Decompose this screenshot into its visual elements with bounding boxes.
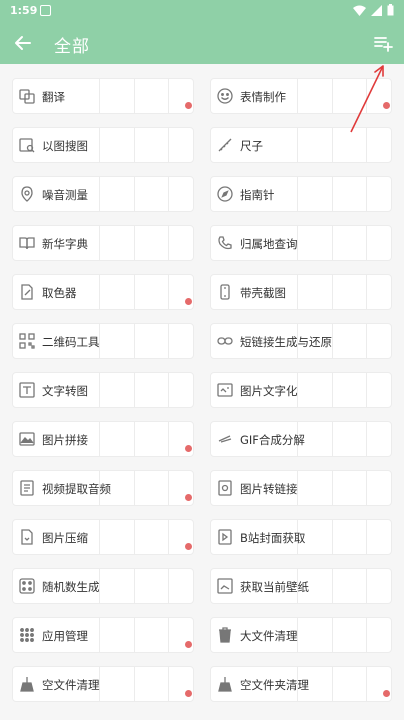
tool-card[interactable]: 短链接生成与还原 <box>210 323 392 359</box>
system-icons <box>353 4 394 16</box>
tool-label: 翻译 <box>42 90 65 104</box>
image-icon <box>19 432 35 446</box>
broom-icon <box>20 677 34 692</box>
new-badge-dot <box>185 494 192 501</box>
tool-label: 图片拼接 <box>42 433 88 447</box>
tool-card[interactable]: 空文件清理 <box>12 666 194 702</box>
new-badge-dot <box>185 690 192 697</box>
tool-label: 取色器 <box>42 286 77 300</box>
broom-icon <box>218 677 232 692</box>
wifi-icon <box>353 5 366 16</box>
new-badge-dot <box>383 102 390 109</box>
phone-icon <box>218 236 232 250</box>
tool-label: 归属地查询 <box>240 237 298 251</box>
bilibili-cover-icon <box>218 529 232 545</box>
tool-card[interactable]: GIF合成分解 <box>210 421 392 457</box>
image-compress-icon <box>21 529 33 545</box>
tool-card[interactable]: 指南针 <box>210 176 392 212</box>
image-link-icon <box>218 480 232 496</box>
tool-card[interactable]: 带壳截图 <box>210 274 392 310</box>
tool-label: 大文件清理 <box>240 629 298 643</box>
new-badge-dot <box>185 641 192 648</box>
tool-card[interactable]: 应用管理 <box>12 617 194 653</box>
new-badge-dot <box>185 298 192 305</box>
image-search-icon <box>19 138 35 153</box>
image-to-text-icon <box>217 383 233 397</box>
tool-card[interactable]: 归属地查询 <box>210 225 392 261</box>
tool-card[interactable]: 二维码工具 <box>12 323 194 359</box>
link-icon <box>217 337 233 345</box>
video-audio-icon <box>20 480 34 496</box>
tool-label: 空文件夹清理 <box>240 678 309 692</box>
new-badge-dot <box>185 445 192 452</box>
dice-icon <box>19 578 35 594</box>
tool-card[interactable]: 翻译 <box>12 78 194 114</box>
tool-label: GIF合成分解 <box>240 433 305 447</box>
trash-icon <box>219 627 231 643</box>
text-to-image-icon <box>19 382 35 398</box>
tool-label: 新华字典 <box>42 237 88 251</box>
tool-card[interactable]: 随机数生成 <box>12 568 194 604</box>
translate-icon <box>19 89 35 104</box>
playlist-add-icon[interactable] <box>372 32 394 54</box>
signal-icon <box>371 4 382 16</box>
tool-card[interactable]: 视频提取音频 <box>12 470 194 506</box>
color-picker-icon <box>21 284 33 300</box>
wallpaper-icon <box>217 578 233 594</box>
app-bar: 全部 <box>0 22 404 64</box>
tool-card[interactable]: 表情制作 <box>210 78 392 114</box>
tool-label: 短链接生成与还原 <box>240 335 332 349</box>
tool-card[interactable]: 图片文字化 <box>210 372 392 408</box>
tool-label: 二维码工具 <box>42 335 100 349</box>
page-title: 全部 <box>54 37 90 57</box>
tool-label: 随机数生成 <box>42 580 100 594</box>
compass-icon <box>217 186 233 202</box>
book-icon <box>19 237 35 250</box>
tool-label: 噪音测量 <box>42 188 88 202</box>
tool-label: 应用管理 <box>42 629 88 643</box>
tool-label: 文字转图 <box>42 384 88 398</box>
apps-grid-icon <box>20 628 34 642</box>
tool-label: 图片文字化 <box>240 384 298 398</box>
tool-card[interactable]: 尺子 <box>210 127 392 163</box>
tool-label: 带壳截图 <box>240 286 286 300</box>
ruler-icon <box>218 138 232 152</box>
tool-label: 以图搜图 <box>42 139 88 153</box>
tool-card[interactable]: 新华字典 <box>12 225 194 261</box>
tool-label: 图片转链接 <box>240 482 298 496</box>
tool-label: 视频提取音频 <box>42 482 111 496</box>
new-badge-dot <box>185 543 192 550</box>
device-screenshot-icon <box>220 284 230 300</box>
battery-icon <box>387 4 394 16</box>
tool-card[interactable]: 取色器 <box>12 274 194 310</box>
tool-card[interactable]: 图片拼接 <box>12 421 194 457</box>
tool-label: 获取当前壁纸 <box>240 580 309 594</box>
tool-label: B站封面获取 <box>240 531 306 545</box>
back-arrow-icon[interactable] <box>12 32 34 54</box>
tool-card[interactable]: 大文件清理 <box>210 617 392 653</box>
tool-card[interactable]: 文字转图 <box>12 372 194 408</box>
tool-card[interactable]: 以图搜图 <box>12 127 194 163</box>
tool-card[interactable]: 空文件夹清理 <box>210 666 392 702</box>
tool-label: 空文件清理 <box>42 678 100 692</box>
new-badge-dot <box>383 690 390 697</box>
tool-label: 表情制作 <box>240 90 286 104</box>
qr-code-icon <box>19 333 35 349</box>
tool-label: 图片压缩 <box>42 531 88 545</box>
status-time: 1:59 <box>10 4 38 17</box>
tool-label: 指南针 <box>240 188 275 202</box>
gif-icon <box>218 435 232 443</box>
notification-icon <box>40 5 51 16</box>
tool-card[interactable]: 图片转链接 <box>210 470 392 506</box>
status-bar: 1:59 <box>0 0 404 22</box>
tool-label: 尺子 <box>240 139 263 153</box>
smile-icon <box>217 88 233 104</box>
tool-card[interactable]: 噪音测量 <box>12 176 194 212</box>
noise-icon <box>21 186 33 202</box>
new-badge-dot <box>185 102 192 109</box>
tool-card[interactable]: B站封面获取 <box>210 519 392 555</box>
tool-card[interactable]: 获取当前壁纸 <box>210 568 392 604</box>
tools-grid: 翻译 表情制作以图搜图 尺子噪音测量 指南针新华字典 归属地查询取色器 带壳截图二维码工具… <box>12 78 392 702</box>
tool-card[interactable]: 图片压缩 <box>12 519 194 555</box>
